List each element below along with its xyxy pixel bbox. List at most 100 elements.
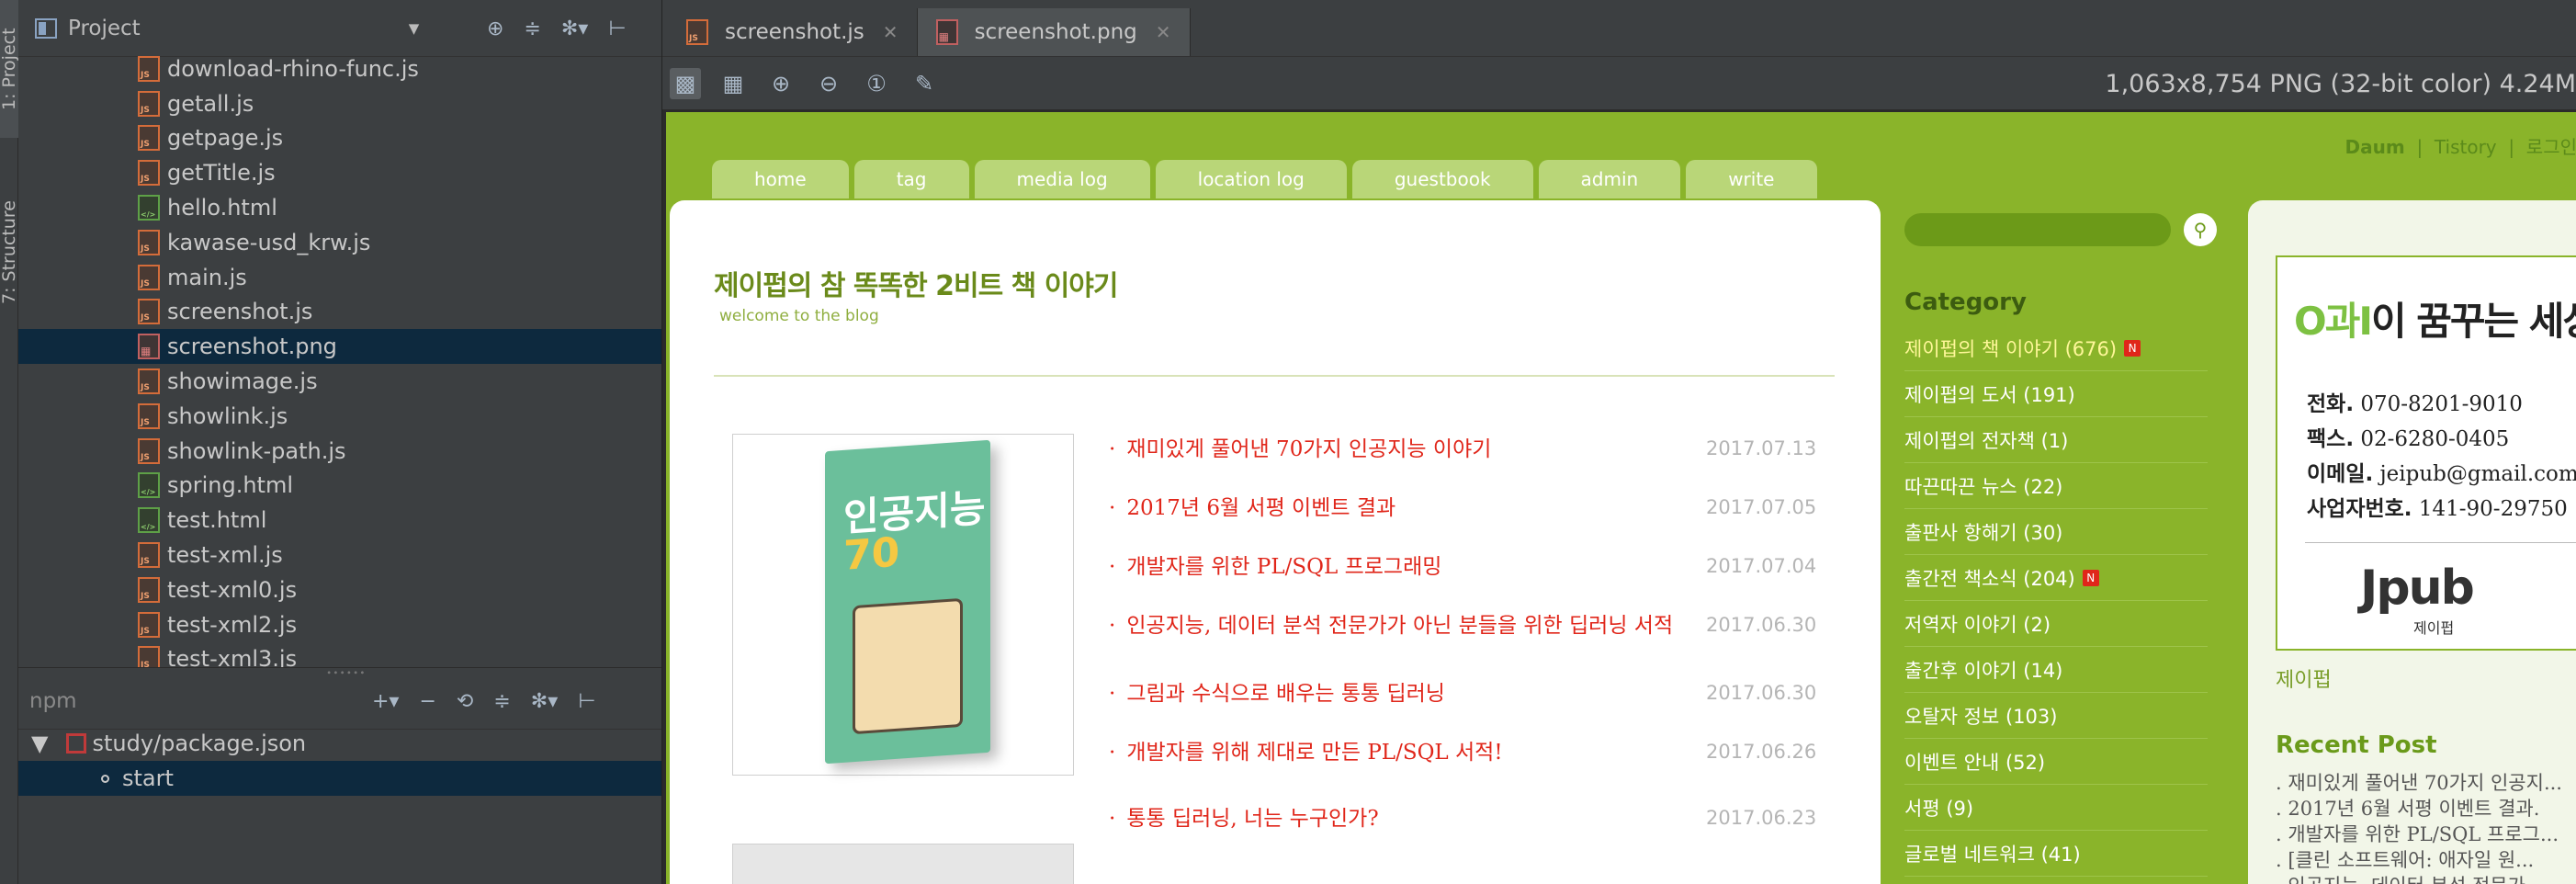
post-link[interactable]: 통통 딥러닝, 너는 누구인가? — [1109, 803, 1807, 834]
refresh-icon[interactable]: ⟲ — [457, 690, 473, 713]
post-link[interactable]: 2017년 6월 서평 이벤트 결과 — [1109, 493, 1807, 524]
collapse-all-icon[interactable]: ≑ — [493, 690, 510, 713]
file-tree-item[interactable]: showlink-path.js — [18, 434, 661, 469]
file-tree-item[interactable]: showlink.js — [18, 399, 661, 434]
category-sidebar: ⚲ Category 제이펍의 책 이야기 (676) N 제이펍의 도서 (191… — [1904, 200, 2217, 884]
search-input[interactable] — [1904, 213, 2171, 246]
blog-nav-tab[interactable]: write — [1686, 160, 1817, 198]
book-thumbnail[interactable]: 인공지능 70 — [732, 434, 1074, 776]
tool-tab-project[interactable]: 1: Project — [0, 0, 19, 138]
post-link[interactable]: 개발자를 위해 제대로 만든 PL/SQL 서적! — [1109, 737, 1807, 768]
locate-file-icon[interactable]: ⊕ — [487, 17, 503, 40]
category-item[interactable]: 제이펍의 책 이야기 (676) N — [1904, 325, 2208, 371]
hide-panel-icon[interactable]: ⊢ — [608, 17, 626, 40]
add-icon[interactable]: +▾ — [372, 690, 399, 713]
js-file-icon — [138, 437, 160, 464]
tool-tab-structure[interactable]: 7: Structure — [0, 165, 19, 340]
recent-post-link[interactable]: 인공지능, 데이터 분석 전문가... — [2276, 871, 2544, 884]
category-label: 출판사 항해기 (30) — [1904, 521, 2063, 544]
file-tree-item[interactable]: hello.html — [18, 190, 661, 225]
publisher-banner[interactable]: O과I이 꿈꾸는 세상 전화. 070-8201-9010 팩스. 02-628… — [2276, 255, 2576, 651]
close-icon[interactable]: ✕ — [883, 21, 898, 43]
file-tree-item[interactable]: test-xml2.js — [18, 607, 661, 642]
category-item[interactable]: 따끈따끈 뉴스 (22) — [1904, 463, 2208, 509]
category-item[interactable]: 출간전 책소식 (204) N — [1904, 555, 2208, 601]
file-tree-item[interactable]: screenshot.png — [18, 329, 661, 365]
blog-nav-tab[interactable]: home — [712, 160, 849, 198]
category-item[interactable]: 이벤트 안내 (52) — [1904, 739, 2208, 785]
file-tree-item[interactable]: test-xml.js — [18, 538, 661, 572]
file-tree-item[interactable]: showimage.js — [18, 364, 661, 399]
blog-nav-tab[interactable]: admin — [1538, 160, 1681, 198]
category-item[interactable]: 오탈자 정보 (103) — [1904, 693, 2208, 739]
post-link[interactable]: 재미있게 풀어낸 70가지 인공지능 이야기 — [1109, 434, 1807, 465]
npm-script-start[interactable]: start — [18, 761, 661, 796]
search-icon[interactable]: ⚲ — [2184, 213, 2217, 246]
file-tree-item[interactable]: getpage.js — [18, 121, 661, 156]
blog-nav-tab[interactable]: guestbook — [1351, 160, 1533, 198]
file-tree-item[interactable]: test-xml0.js — [18, 572, 661, 607]
book-thumbnail[interactable] — [732, 844, 1074, 884]
close-icon[interactable]: ✕ — [1156, 21, 1171, 43]
category-item[interactable]: 제이펍의 전자책 (1) — [1904, 417, 2208, 463]
script-bullet-icon — [101, 774, 109, 783]
post-link[interactable]: 인공지능, 데이터 분석 전문가가 아닌 분들을 위한 딥러닝 서적 — [1109, 610, 1807, 641]
zoom-out-icon[interactable]: ⊖ — [813, 68, 844, 99]
js-file-icon — [138, 542, 160, 569]
post-link[interactable]: 개발자를 위한 PL/SQL 프로그래밍 — [1109, 551, 1807, 583]
category-item[interactable]: 글로벌 네트워크 (41) — [1904, 831, 2208, 877]
blog-nav-tab[interactable]: tag — [853, 160, 969, 198]
category-item[interactable]: 저역자 이야기 (2) — [1904, 601, 2208, 647]
book-cover-number: 70 — [843, 528, 900, 580]
category-item[interactable]: 제이펍의 도서 (191) — [1904, 371, 2208, 417]
grid-toggle-icon[interactable]: ▦ — [717, 68, 749, 99]
recent-post-link[interactable]: 개발자를 위한 PL/SQL 프로그... — [2276, 820, 2559, 847]
file-name: test-xml3.js — [167, 646, 298, 669]
post-link[interactable]: 그림과 수식으로 배우는 통통 딥러닝 — [1109, 678, 1807, 709]
actual-size-icon[interactable]: ① — [861, 68, 892, 99]
chevron-down-icon[interactable]: ▼ — [409, 20, 420, 37]
chessboard-toggle-icon[interactable]: ▩ — [670, 67, 701, 99]
tab-screenshot-png[interactable]: screenshot.png ✕ — [917, 8, 1191, 56]
file-tree-item[interactable]: main.js — [18, 260, 661, 295]
file-tree-item[interactable]: kawase-usd_krw.js — [18, 225, 661, 260]
new-badge-icon: N — [2124, 339, 2141, 357]
gear-icon[interactable]: ✻▾ — [561, 17, 588, 40]
tab-label: screenshot.js — [725, 20, 864, 44]
gear-icon[interactable]: ✻▾ — [531, 690, 558, 713]
zoom-in-icon[interactable]: ⊕ — [765, 68, 797, 99]
line-label: 팩스. — [2307, 427, 2355, 451]
file-tree-item[interactable]: spring.html — [18, 469, 661, 504]
blog-title[interactable]: 제이펍의 참 똑똑한 2비트 책 이야기 — [714, 263, 1118, 303]
category-item[interactable]: 출판사 항해기 (30) — [1904, 509, 2208, 555]
npm-package-node[interactable]: ▼ study/package.json — [18, 726, 661, 761]
file-tree-item[interactable]: getall.js — [18, 86, 661, 121]
file-tree-item[interactable]: getTitle.js — [18, 155, 661, 190]
remove-icon[interactable]: − — [419, 690, 435, 713]
blog-subtitle: welcome to the blog — [719, 307, 879, 325]
blog-nav-tab[interactable]: location log — [1155, 160, 1347, 198]
link-daum[interactable]: Daum — [2345, 136, 2405, 158]
category-item[interactable]: 출간후 이야기 (14) — [1904, 647, 2208, 693]
tab-screenshot-js[interactable]: screenshot.js ✕ — [668, 8, 918, 56]
file-tree-item[interactable]: screenshot.js — [18, 295, 661, 330]
expand-triangle-icon[interactable]: ▼ — [31, 731, 48, 756]
banner-slogan: O과I이 꿈꾸는 세상 — [2294, 290, 2576, 346]
recent-post-link[interactable]: 재미있게 풀어낸 70가지 인공지... — [2276, 768, 2562, 796]
link-login[interactable]: 로그인 — [2526, 136, 2576, 158]
file-tree-item[interactable]: download-rhino-func.js — [18, 51, 661, 86]
file-name: screenshot.js — [167, 299, 313, 325]
file-tree-item[interactable]: test.html — [18, 503, 661, 538]
recent-post-link[interactable]: [클린 소프트웨어: 애자일 원... — [2276, 845, 2534, 873]
color-picker-icon[interactable]: ✎ — [909, 68, 940, 99]
blog-nav-tab[interactable]: media log — [974, 160, 1150, 198]
project-panel-title[interactable]: Project — [68, 17, 141, 40]
category-item[interactable]: 서평 (9) — [1904, 785, 2208, 831]
hide-panel-icon[interactable]: ⊢ — [578, 690, 595, 713]
recent-post-link[interactable]: 2017년 6월 서평 이벤트 결과. — [2276, 794, 2539, 822]
file-tree-item[interactable]: test-xml3.js — [18, 642, 661, 669]
link-tistory[interactable]: Tistory — [2435, 136, 2497, 158]
publisher-link[interactable]: 제이펍 — [2276, 663, 2332, 693]
collapse-all-icon[interactable]: ≑ — [524, 17, 540, 40]
file-name: download-rhino-func.js — [167, 55, 419, 82]
